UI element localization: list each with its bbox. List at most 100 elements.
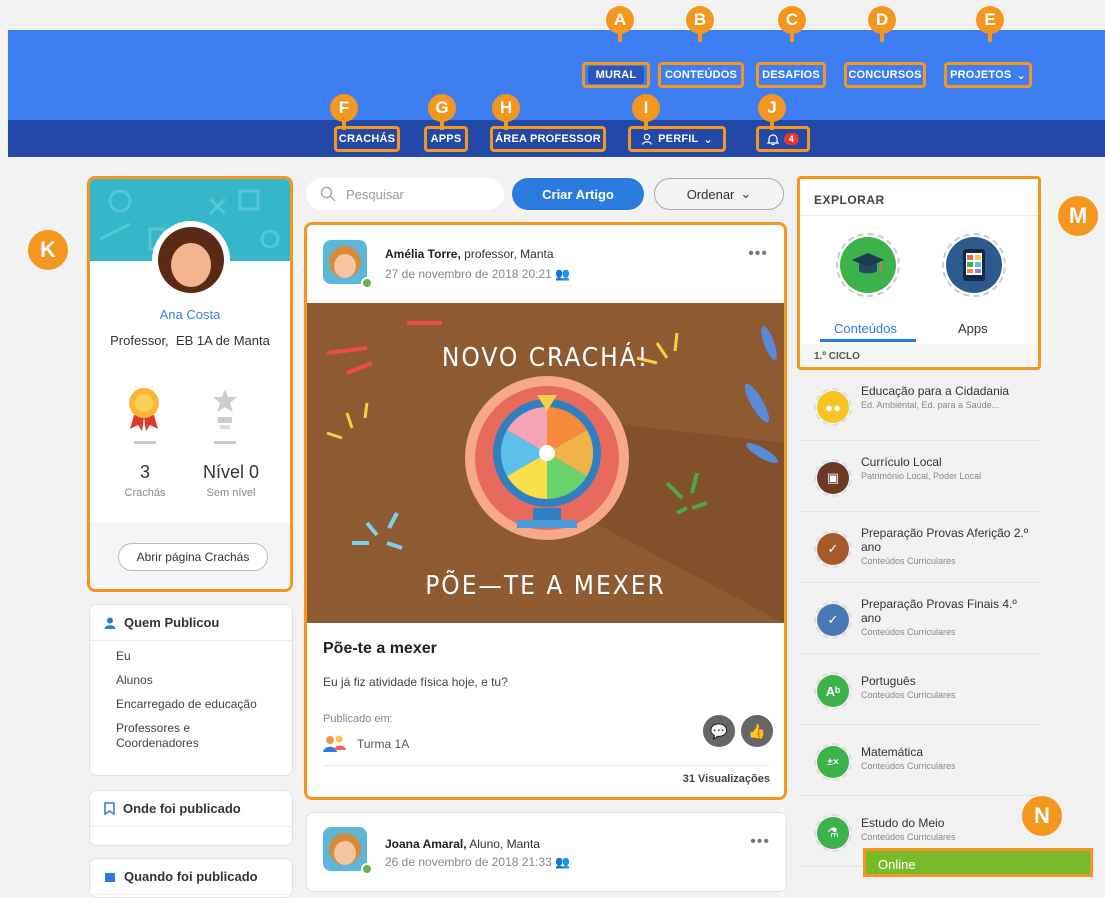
list-item[interactable]: ●● Educação para a Cidadania Ed. Ambienta… bbox=[799, 370, 1039, 441]
category-title: Educação para a Cidadania bbox=[861, 384, 1010, 398]
create-article-button[interactable]: Criar Artigo bbox=[512, 178, 644, 210]
nav-concursos[interactable]: CONCURSOS bbox=[844, 62, 926, 88]
nav-projetos[interactable]: PROJETOS ⌄ bbox=[944, 62, 1032, 88]
explore-title: EXPLORAR bbox=[814, 193, 885, 207]
marker-d: D bbox=[868, 6, 896, 42]
chevron-down-icon: ⌄ bbox=[740, 186, 752, 201]
comment-icon: 💬 bbox=[710, 722, 728, 739]
filter-option-students[interactable]: Alunos bbox=[116, 673, 292, 688]
category-title: Estudo do Meio bbox=[861, 816, 945, 830]
explore-panel: EXPLORAR Conteúdos Apps 1.º CICLO bbox=[797, 176, 1041, 370]
where-published-header[interactable]: Onde foi publicado bbox=[90, 791, 292, 827]
post-date-row: 26 de novembro de 2018 21:33 👥 bbox=[385, 855, 570, 869]
avatar[interactable] bbox=[323, 240, 367, 284]
who-published-filter: Quem Publicou Eu Alunos Encarregado de e… bbox=[89, 604, 293, 776]
sort-dropdown[interactable]: Ordenar ⌄ bbox=[654, 178, 784, 210]
hero-subtitle: PÕE—TE A MEXER bbox=[425, 571, 666, 601]
chevron-down-icon: ⌄ bbox=[1016, 69, 1026, 82]
when-published-header[interactable]: Quando foi publicado bbox=[90, 859, 292, 895]
marker-m: M bbox=[1058, 196, 1098, 236]
top-navigation-bar bbox=[8, 30, 1105, 120]
nav-notifications[interactable]: 4 bbox=[756, 126, 810, 152]
filter-option-guardians[interactable]: Encarregado de educação bbox=[116, 697, 292, 712]
post-title[interactable]: Põe-te a mexer bbox=[323, 640, 437, 658]
open-badges-button[interactable]: Abrir página Crachás bbox=[118, 543, 268, 571]
filter-option-teachers[interactable]: Professores e Coordenadores bbox=[116, 721, 246, 751]
nav-apps[interactable]: APPS bbox=[424, 126, 468, 152]
list-item[interactable]: ✓ Preparação Provas Aferição 2.º ano Cont… bbox=[799, 512, 1039, 583]
nav-crachas[interactable]: CRACHÁS bbox=[334, 126, 400, 152]
nav-mural-label: MURAL bbox=[587, 66, 645, 84]
category-title: Preparação Provas Aferição 2.º ano bbox=[861, 526, 1029, 554]
category-title: Português bbox=[861, 674, 916, 688]
audience-icon: 👥 bbox=[555, 267, 571, 281]
post-more-menu[interactable]: ••• bbox=[748, 245, 768, 263]
citizenship-icon: ●● bbox=[814, 388, 852, 426]
divider bbox=[214, 441, 236, 444]
post-hero-image[interactable]: NOVO CRACHÁ! PÕE—TE A MEXER bbox=[307, 303, 784, 623]
sort-label: Ordenar bbox=[686, 186, 735, 202]
category-title: Matemática bbox=[861, 745, 924, 759]
post-card: Amélia Torre, professor, Manta 27 de nov… bbox=[304, 222, 787, 800]
medal-icon bbox=[129, 388, 159, 431]
marker-n: N bbox=[1022, 796, 1062, 836]
nav-area-professor[interactable]: ÁREA PROFESSOR bbox=[490, 126, 606, 152]
marker-i: I bbox=[632, 94, 660, 130]
list-item[interactable]: ±× Matemática Conteúdos Curriculares bbox=[799, 725, 1039, 796]
post-card: Joana Amaral, Aluno, Manta 26 de novembr… bbox=[306, 812, 787, 892]
post-more-menu[interactable]: ••• bbox=[750, 833, 770, 851]
chevron-down-icon: ⌄ bbox=[703, 133, 713, 146]
category-subtitle: Conteúdos Curriculares bbox=[861, 761, 956, 771]
who-published-header[interactable]: Quem Publicou bbox=[90, 605, 292, 641]
chat-online-bar[interactable]: Online bbox=[863, 848, 1093, 877]
post-date: 26 de novembro de 2018 21:33 bbox=[385, 855, 552, 869]
tab-apps[interactable]: Apps bbox=[958, 321, 988, 336]
online-status-dot bbox=[361, 277, 373, 289]
apps-tab-icon[interactable] bbox=[942, 233, 1006, 297]
post-author-meta: Aluno, Manta bbox=[469, 837, 540, 851]
group-icon bbox=[323, 735, 346, 752]
nav-desafios[interactable]: DESAFIOS bbox=[756, 62, 826, 88]
nav-apps-label: APPS bbox=[430, 133, 462, 145]
post-author[interactable]: Amélia Torre, professor, Manta bbox=[385, 247, 554, 261]
like-button[interactable]: 👍 bbox=[741, 715, 773, 747]
search-input[interactable]: Pesquisar bbox=[306, 178, 504, 210]
category-title: Preparação Provas Finais 4.º ano bbox=[861, 597, 1017, 625]
nav-area-professor-label: ÁREA PROFESSOR bbox=[495, 133, 601, 145]
profile-name[interactable]: Ana Costa bbox=[90, 307, 290, 322]
marker-a: A bbox=[606, 6, 634, 42]
marker-h: H bbox=[492, 94, 520, 130]
nav-mural[interactable]: MURAL bbox=[582, 62, 650, 88]
avatar[interactable] bbox=[323, 827, 367, 871]
divider bbox=[800, 215, 1038, 216]
clipboard-check-icon: ✓ bbox=[814, 601, 852, 639]
level-badge-icon bbox=[213, 389, 237, 429]
post-author-name: Amélia Torre, bbox=[385, 247, 461, 261]
post-author[interactable]: Joana Amaral, Aluno, Manta bbox=[385, 837, 540, 851]
contents-tab-icon[interactable] bbox=[836, 233, 900, 297]
search-placeholder: Pesquisar bbox=[346, 186, 404, 202]
profile-role-label: Professor, bbox=[110, 333, 169, 348]
filter-option-me[interactable]: Eu bbox=[116, 649, 292, 664]
nav-projetos-label: PROJETOS bbox=[950, 69, 1012, 81]
tab-conteudos[interactable]: Conteúdos bbox=[834, 321, 897, 336]
online-status-dot bbox=[361, 863, 373, 875]
comment-button[interactable]: 💬 bbox=[703, 715, 735, 747]
list-item[interactable]: ▣ Currículo Local Património Local, Poder… bbox=[799, 441, 1039, 512]
nav-perfil[interactable]: PERFIL ⌄ bbox=[628, 126, 726, 152]
list-item[interactable]: Aᵇ Português Conteúdos Curriculares bbox=[799, 654, 1039, 725]
list-item[interactable]: ✓ Preparação Provas Finais 4.º ano Conteú… bbox=[799, 583, 1039, 654]
avatar bbox=[152, 221, 230, 299]
math-operators-icon: ±× bbox=[814, 743, 852, 781]
flask-icon: ⚗ bbox=[814, 814, 852, 852]
nav-perfil-label: PERFIL bbox=[658, 133, 699, 145]
hero-title: NOVO CRACHÁ! bbox=[441, 343, 650, 373]
nav-conteudos[interactable]: CONTEÚDOS bbox=[658, 62, 744, 88]
user-icon bbox=[104, 617, 116, 629]
letters-icon: Aᵇ bbox=[814, 672, 852, 710]
tablet-icon bbox=[963, 249, 985, 281]
post-date: 27 de novembro de 2018 20:21 bbox=[385, 267, 552, 281]
graduation-cap-icon bbox=[852, 253, 884, 274]
published-in-group[interactable]: Turma 1A bbox=[357, 737, 409, 751]
cycle-label: 1.º CICLO bbox=[800, 344, 1038, 367]
